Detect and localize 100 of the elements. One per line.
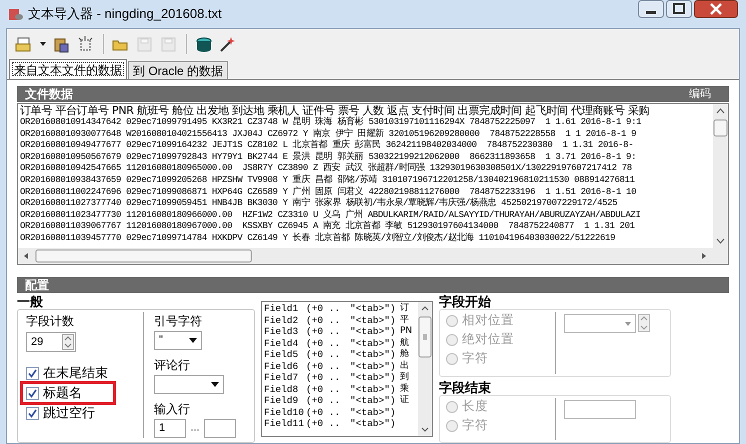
field-preview: 订 bbox=[400, 303, 409, 314]
checkbox[interactable] bbox=[26, 406, 39, 420]
field-row[interactable]: Field5 (+0 .. "<tab>") 舱 bbox=[264, 349, 418, 360]
field-label: 输入行 bbox=[154, 401, 191, 418]
database-icon[interactable] bbox=[195, 36, 213, 52]
field-range: (+0 .. bbox=[306, 349, 342, 360]
field-row[interactable]: Field4 (+0 .. "<tab>") 航 bbox=[264, 338, 418, 349]
checkbox[interactable] bbox=[26, 386, 39, 400]
data-line: OR201608011039067767 112016080180967000.00 KSSXBY CZ6945 A 南充 北京首都 李敏 512930197604134000 7848752240877 1 1.31 201 bbox=[20, 221, 635, 232]
field-delimiter: "<tab>") bbox=[350, 372, 397, 384]
field-preview: 证 bbox=[400, 395, 409, 406]
spin-arrows-icon[interactable] bbox=[638, 314, 650, 332]
radio-label: 绝对位置 bbox=[462, 331, 514, 348]
checkbox-label: 跳过空行 bbox=[43, 404, 95, 422]
field-range: (+0 .. bbox=[306, 314, 342, 326]
data-line: OR201608010938437659 029ec71099205268 HPZSHW TV9908 Y 重庆 昌都 邵铭/苏靖 310107196712201258/130402196810211530 088914276811 bbox=[20, 174, 635, 186]
dashed-page-icon[interactable] bbox=[77, 36, 95, 52]
spin-arrows-icon[interactable] bbox=[62, 334, 74, 350]
window-title: 文本导入器 - ningding_201608.txt bbox=[28, 5, 222, 24]
section-title: 文件数据 bbox=[25, 86, 73, 103]
field-preview: PN bbox=[400, 326, 412, 338]
input-field[interactable] bbox=[204, 419, 236, 438]
data-line: OR201608011002247696 029ec71099086871 HXP64G CZ6589 Y 广州 固原 闫君义 422802198811276000 7848752233196 1 1.51 2016-8-1 10 bbox=[20, 186, 636, 198]
field-name: Field10 bbox=[264, 406, 305, 418]
field-range: (+0 .. bbox=[306, 338, 342, 349]
field-row[interactable]: Field1 (+0 .. "<tab>") 订 bbox=[264, 303, 418, 314]
field-row[interactable]: Field8 (+0 .. "<tab>") 乘 bbox=[264, 384, 418, 395]
radio-button[interactable] bbox=[446, 334, 458, 346]
minimize-icon[interactable] bbox=[638, 0, 664, 18]
number-field[interactable]: 29 bbox=[26, 332, 76, 352]
close-icon[interactable] bbox=[694, 0, 738, 18]
section-title: 配置 bbox=[25, 277, 49, 294]
field-preview: 到 bbox=[400, 372, 409, 384]
field-preview: 舱 bbox=[400, 349, 409, 360]
field-range: (+0 .. bbox=[306, 372, 342, 384]
header-line: 订单号 平台订单号 PNR 航班号 舱位 出发地 到达地 乘机人 证件号 票号 人数 返点 支付时间 出票完成时间 起飞时间 代理商账号 采购 bbox=[20, 105, 650, 117]
dropdown-value: " bbox=[159, 333, 163, 348]
maximize-icon[interactable] bbox=[666, 0, 692, 18]
app-icon bbox=[8, 6, 24, 22]
radio-button[interactable] bbox=[446, 314, 458, 326]
group-title: 一般 bbox=[17, 295, 44, 309]
field-delimiter: "<tab>") bbox=[350, 326, 397, 338]
data-line: OR201608010949477677 029ec71099164232 JEJT1S CZ8102 L 北京首都 重庆 彭富民 362421198402034000 7848752230380 1 1.31 2016-8- bbox=[20, 140, 634, 152]
field-range: (+0 .. bbox=[306, 384, 342, 395]
field-name: Field5 bbox=[264, 349, 300, 360]
tab[interactable]: 到 Oracle 的数据 bbox=[128, 61, 228, 79]
field-delimiter: "<tab>") bbox=[350, 349, 397, 360]
field-delimiter: "<tab>") bbox=[350, 418, 397, 430]
field-row[interactable]: Field9 (+0 .. "<tab>") 证 bbox=[264, 395, 418, 406]
field-row[interactable]: Field3 (+0 .. "<tab>") PN bbox=[264, 326, 418, 338]
radio-button[interactable] bbox=[446, 400, 458, 412]
field-name: Field3 bbox=[264, 326, 300, 338]
field-value: 1 bbox=[159, 421, 166, 436]
field-row[interactable]: Field7 (+0 .. "<tab>") 到 bbox=[264, 372, 418, 384]
clipboard-icon[interactable] bbox=[53, 36, 71, 52]
horizontal-scrollbar[interactable] bbox=[18, 248, 728, 264]
tab[interactable]: 来自文本文件的数据 bbox=[9, 59, 127, 79]
data-line: OR201608011027377740 029ec71099059451 HNB4JB BK3030 Y 南宁 张家界 杨联初/韦永泉/覃晓辉/韦庆强/杨燕忠 452502197007229172/4525 bbox=[20, 198, 618, 210]
magic-wand-icon[interactable] bbox=[219, 36, 237, 52]
field-range: (+0 .. bbox=[306, 418, 342, 430]
field-row[interactable]: Field10 (+0 .. "<tab>") bbox=[264, 406, 418, 418]
data-line: OR201608010914347642 029ec71099791495 KX3R21 CZ3748 W 昆明 珠海 杨育彬 530103197101116294X 7848752225097 1 1.61 2016-8-1 9:1 bbox=[20, 117, 642, 128]
vertical-scrollbar[interactable] bbox=[713, 104, 728, 248]
caret-icon bbox=[211, 382, 219, 387]
vertical-scrollbar[interactable] bbox=[418, 302, 432, 436]
data-line: OR201608011039457770 029ec71099714784 HXKDPV CZ6149 Y 长春 北京首都 陈晓英/刘智立/刘俊杰/赵北海 110104196403030022/51222619 bbox=[20, 232, 616, 245]
group-title: 字段结束 bbox=[439, 381, 492, 395]
field-range: (+0 .. bbox=[306, 395, 342, 406]
radio-button[interactable] bbox=[446, 352, 458, 364]
new-file-icon[interactable] bbox=[15, 36, 33, 52]
ellipsis-icon bbox=[191, 426, 199, 430]
radio-label: 相对位置 bbox=[462, 312, 514, 330]
dropdown[interactable] bbox=[564, 314, 636, 333]
field-delimiter: "<tab>") bbox=[350, 395, 397, 406]
field-delimiter: "<tab>") bbox=[350, 314, 397, 326]
field-name: Field6 bbox=[264, 360, 300, 372]
input-field[interactable] bbox=[564, 400, 636, 419]
field-delimiter: "<tab>") bbox=[350, 384, 397, 395]
dropdown[interactable]: " bbox=[154, 331, 202, 350]
field-row[interactable]: Field11 (+0 .. "<tab>") bbox=[264, 418, 418, 430]
field-row[interactable]: Field6 (+0 .. "<tab>") 出 bbox=[264, 360, 418, 372]
data-line: OR201608010930077648 W2016080104021556413 JXJ04J CZ6972 Y 南京 伊宁 田耀新 320105196209280000 7848752228558 1 1 2016-8-1 9 bbox=[20, 128, 636, 140]
field-delimiter: "<tab>") bbox=[350, 360, 397, 372]
checkbox-label: 标题名 bbox=[43, 384, 82, 402]
checkbox[interactable] bbox=[26, 366, 39, 380]
field-preview: 航 bbox=[400, 338, 409, 348]
field-value: 29 bbox=[31, 334, 44, 350]
radio-label: 字符 bbox=[462, 417, 488, 434]
field-name: Field11 bbox=[264, 418, 305, 430]
field-delimiter: "<tab>") bbox=[350, 406, 397, 418]
encoding-label: 编码 bbox=[689, 86, 711, 102]
input-field[interactable]: 1 bbox=[154, 419, 186, 438]
radio-button[interactable] bbox=[446, 420, 458, 432]
field-preview: 出 bbox=[400, 360, 409, 372]
field-delimiter: "<tab>") bbox=[350, 338, 397, 349]
dropdown[interactable] bbox=[154, 375, 224, 394]
field-name: Field7 bbox=[264, 372, 300, 384]
field-name: Field9 bbox=[264, 395, 300, 406]
field-label: 引号字符 bbox=[154, 313, 203, 330]
field-row[interactable]: Field2 (+0 .. "<tab>") 平 bbox=[264, 314, 418, 326]
